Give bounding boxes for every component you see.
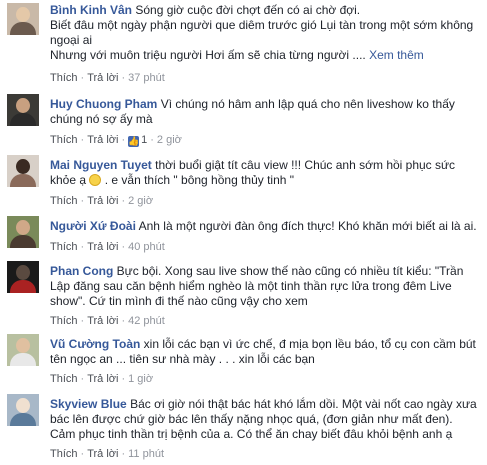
see-more-link[interactable]: Xem thêm: [369, 48, 424, 62]
like-button[interactable]: Thích: [50, 241, 78, 253]
timestamp[interactable]: 2 giờ: [157, 134, 182, 146]
commenter-name[interactable]: Huy Chuong Pham: [50, 97, 157, 111]
comment-text: Bực bội. Xong sau live show thế nào cũng…: [116, 264, 464, 278]
avatar[interactable]: [7, 261, 39, 293]
commenter-name[interactable]: Vũ Cường Toàn: [50, 337, 140, 351]
avatar[interactable]: [7, 94, 39, 126]
comment-text: thời buổi giật tít câu view !!! Chúc anh…: [155, 158, 456, 172]
comment-text: Biết đâu một ngày phận người que diêm tr…: [50, 18, 474, 32]
like-button[interactable]: Thích: [50, 448, 78, 460]
timestamp[interactable]: 42 phút: [128, 315, 165, 327]
comment-text: ngoại ai: [50, 33, 93, 47]
timestamp[interactable]: 2 giờ: [128, 195, 153, 207]
reply-button[interactable]: Trả lời: [87, 134, 118, 146]
like-button[interactable]: Thích: [50, 134, 78, 146]
reply-button[interactable]: Trả lời: [87, 315, 118, 327]
comment-text: chúng nó sợ ấy mà: [50, 112, 153, 126]
comment-text: Sóng giờ cuộc đời chợt đến có ai chờ đợi…: [135, 3, 361, 17]
comment-text: Cảm phục tinh thần trị bệnh của a. Có th…: [50, 427, 453, 441]
comment-text: Bác ơi giờ nói thật bác hát khó lắm dồi.…: [130, 397, 477, 411]
like-button[interactable]: Thích: [50, 195, 78, 207]
timestamp[interactable]: 40 phút: [128, 241, 165, 253]
avatar[interactable]: [7, 394, 39, 426]
like-count[interactable]: 1: [141, 134, 147, 146]
timestamp[interactable]: 11 phút: [128, 448, 164, 460]
comment-text: Lập đăng sau căn bệnh hiểm nghèo là một …: [50, 279, 452, 293]
avatar[interactable]: [7, 155, 39, 187]
like-button[interactable]: Thích: [50, 373, 78, 385]
commenter-name[interactable]: Skyview Blue: [50, 397, 127, 411]
like-button[interactable]: Thích: [50, 315, 78, 327]
reply-button[interactable]: Trả lời: [87, 448, 118, 460]
reply-button[interactable]: Trả lời: [87, 195, 118, 207]
commenter-name[interactable]: Bình Kinh Vân: [50, 3, 132, 17]
comment-text: khỏe ạ: [50, 173, 87, 187]
comment-text: Nhưng với muôn triệu người Hơi ấm sẽ chi…: [50, 48, 366, 62]
avatar[interactable]: [7, 334, 39, 366]
like-thumb-icon: 👍: [128, 136, 140, 147]
reply-button[interactable]: Trả lời: [87, 72, 118, 84]
avatar[interactable]: [7, 216, 39, 248]
commenter-name[interactable]: Phan Cong: [50, 264, 113, 278]
avatar[interactable]: [7, 3, 39, 35]
comment-text: tên ngọc an ... tiên sư nhà mày . . . xi…: [50, 352, 315, 366]
reply-button[interactable]: Trả lời: [87, 373, 118, 385]
smiley-emoji-icon: [89, 174, 102, 186]
commenter-name[interactable]: Người Xứ Đoài: [50, 219, 136, 233]
comment-text: bác lên được chứ giờ bác lên thấy nặng n…: [50, 412, 453, 426]
commenter-name[interactable]: Mai Nguyen Tuyet: [50, 158, 152, 172]
comment-text: show". Cứ tin mình đi thế nào cũng vậy c…: [50, 294, 308, 308]
comment-text: Vì chúng nó hâm anh lập quá cho nên live…: [160, 97, 455, 111]
comment-text: . e vẫn thích " bông hồng thủy tinh ": [104, 173, 295, 187]
timestamp[interactable]: 1 giờ: [128, 373, 153, 385]
timestamp[interactable]: 37 phút: [128, 72, 165, 84]
comment-text: Anh là một người đàn ông đích thực! Khó …: [138, 219, 477, 233]
reply-button[interactable]: Trả lời: [87, 241, 118, 253]
like-button[interactable]: Thích: [50, 72, 78, 84]
comment-text: xin lỗi các bạn vì ức chế, đ mịa bọn lều…: [143, 337, 476, 351]
